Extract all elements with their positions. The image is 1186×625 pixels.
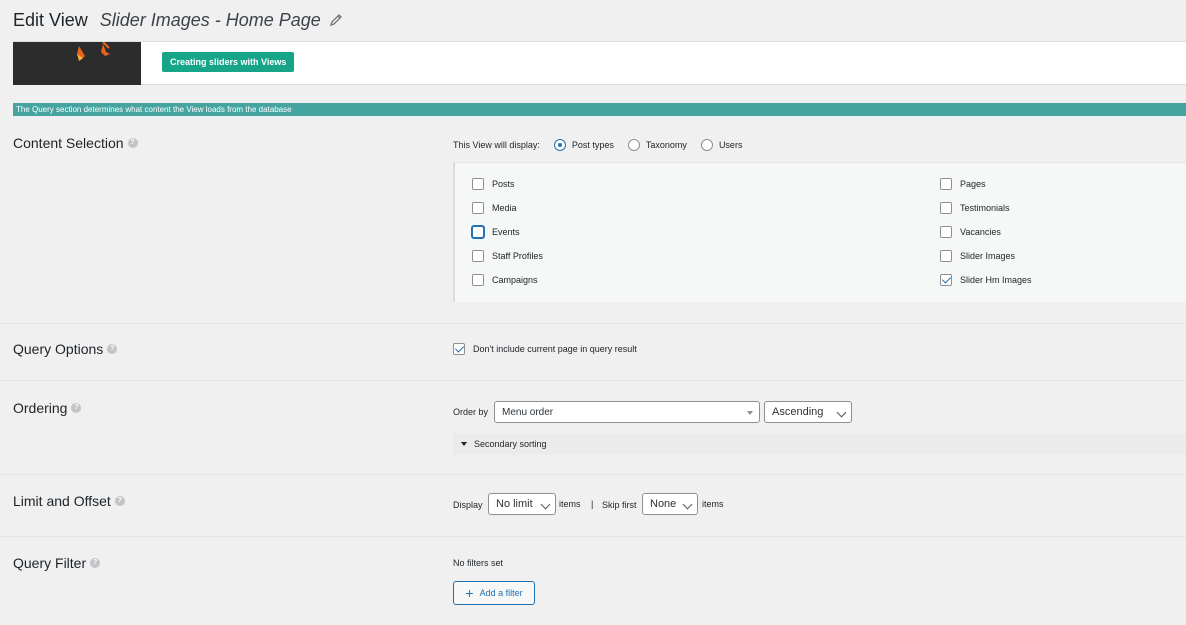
checkbox-posts[interactable]: Posts — [472, 177, 515, 191]
checkbox[interactable] — [472, 202, 484, 214]
help-icon[interactable]: ? — [114, 496, 125, 506]
radio-label: Users — [718, 140, 743, 150]
checkbox-label: Pages — [960, 179, 986, 189]
checkbox[interactable] — [940, 202, 952, 214]
checkbox-label: Vacancies — [960, 227, 1001, 237]
separator: | — [591, 499, 594, 509]
limit-value: No limit — [496, 498, 533, 510]
checkbox-label: Don't include current page in query resu… — [473, 344, 637, 354]
checkbox-slider-hm-images[interactable]: Slider Hm Images — [940, 273, 1032, 287]
query-filter-label: Query Filter ? — [13, 555, 101, 571]
order-by-label: Order by — [453, 407, 489, 417]
query-options-title: Query Options — [13, 341, 104, 357]
checkbox[interactable] — [472, 178, 484, 190]
limit-offset-label: Limit and Offset ? — [13, 493, 125, 509]
divider — [0, 323, 1186, 324]
radio-label: Post types — [571, 140, 614, 150]
query-options-label: Query Options ? — [13, 341, 118, 357]
checkbox[interactable] — [940, 178, 952, 190]
content-selection-label: Content Selection ? — [13, 135, 138, 151]
skip-first-label: Skip first — [602, 500, 637, 510]
ordering-label: Ordering ? — [13, 400, 82, 416]
order-direction-value: Ascending — [772, 406, 824, 418]
checkbox[interactable] — [472, 274, 484, 286]
query-section-bar: The Query section determines what conten… — [13, 103, 1186, 116]
creating-sliders-button[interactable]: Creating sliders with Views — [162, 52, 295, 72]
radio-button[interactable] — [700, 139, 713, 151]
plus-icon: + — [465, 585, 474, 601]
checkbox-label: Testimonials — [960, 203, 1010, 213]
page-header: Edit View Slider Images - Home Page — [13, 8, 343, 32]
offset-value: None — [650, 498, 677, 510]
chevron-down-icon — [540, 499, 551, 510]
help-icon[interactable]: ? — [90, 558, 101, 568]
no-filters-text: No filters set — [453, 558, 504, 568]
order-by-select[interactable]: Menu order — [494, 401, 760, 423]
chevron-down-icon — [836, 407, 847, 418]
checkbox[interactable] — [472, 226, 484, 238]
pencil-icon[interactable] — [329, 13, 343, 27]
banner-thumbnail — [13, 42, 141, 85]
radio-post-types[interactable]: Post types — [553, 139, 614, 151]
checkbox-label: Posts — [492, 179, 515, 189]
post-types-box: Posts Media Events Staff Profiles Campai… — [453, 162, 1186, 302]
offset-select[interactable]: None — [642, 493, 698, 515]
checkbox-staff-profiles[interactable]: Staff Profiles — [472, 249, 543, 263]
help-icon[interactable]: ? — [71, 403, 82, 413]
checkbox[interactable] — [472, 250, 484, 262]
items-label: items — [702, 499, 724, 509]
checkbox-campaigns[interactable]: Campaigns — [472, 273, 538, 287]
checkbox-label: Campaigns — [492, 275, 538, 285]
radio-taxonomy[interactable]: Taxonomy — [627, 139, 687, 151]
checkbox[interactable] — [940, 274, 952, 286]
checkbox-label: Staff Profiles — [492, 251, 543, 261]
checkbox[interactable] — [940, 250, 952, 262]
checkbox-media[interactable]: Media — [472, 201, 517, 215]
order-direction-select[interactable]: Ascending — [764, 401, 852, 423]
checkbox-exclude-current-page[interactable]: Don't include current page in query resu… — [453, 342, 637, 356]
secondary-sorting-toggle[interactable]: Secondary sorting — [453, 433, 1186, 455]
secondary-sorting-label: Secondary sorting — [474, 439, 547, 449]
page-title: Edit View — [13, 9, 88, 30]
checkbox-label: Slider Hm Images — [960, 275, 1032, 285]
content-selection-title: Content Selection — [13, 135, 124, 151]
checkbox-slider-images[interactable]: Slider Images — [940, 249, 1015, 263]
display-label: Display — [453, 500, 483, 510]
checkbox-vacancies[interactable]: Vacancies — [940, 225, 1001, 239]
chevron-down-icon — [747, 411, 753, 415]
add-filter-label: Add a filter — [479, 588, 523, 598]
ordering-title: Ordering — [13, 400, 68, 416]
chevron-down-icon — [682, 499, 693, 510]
checkbox-label: Media — [492, 203, 517, 213]
divider — [0, 380, 1186, 381]
divider — [0, 536, 1186, 537]
display-label: This View will display: — [453, 140, 540, 150]
limit-select[interactable]: No limit — [488, 493, 556, 515]
checkbox[interactable] — [453, 343, 465, 355]
tutorial-banner: Creating sliders with Views — [13, 41, 1186, 85]
add-filter-button[interactable]: + Add a filter — [453, 581, 535, 605]
divider — [0, 474, 1186, 475]
display-type-radios: This View will display: Post types Taxon… — [453, 138, 742, 152]
checkbox-label: Slider Images — [960, 251, 1016, 261]
query-filter-title: Query Filter — [13, 555, 87, 571]
help-icon[interactable]: ? — [127, 138, 138, 148]
help-icon[interactable]: ? — [107, 344, 118, 354]
checkbox-testimonials[interactable]: Testimonials — [940, 201, 1010, 215]
caret-down-icon — [461, 442, 467, 446]
checkbox[interactable] — [940, 226, 952, 238]
checkbox-pages[interactable]: Pages — [940, 177, 986, 191]
checkbox-events[interactable]: Events — [472, 225, 520, 239]
radio-label: Taxonomy — [645, 140, 687, 150]
radio-button[interactable] — [553, 139, 566, 151]
radio-button[interactable] — [627, 139, 640, 151]
view-name[interactable]: Slider Images - Home Page — [100, 10, 321, 31]
limit-offset-title: Limit and Offset — [13, 493, 111, 509]
checkbox-label: Events — [492, 227, 520, 237]
order-by-value: Menu order — [502, 406, 554, 418]
items-label: items — [559, 499, 581, 509]
radio-users[interactable]: Users — [700, 139, 743, 151]
